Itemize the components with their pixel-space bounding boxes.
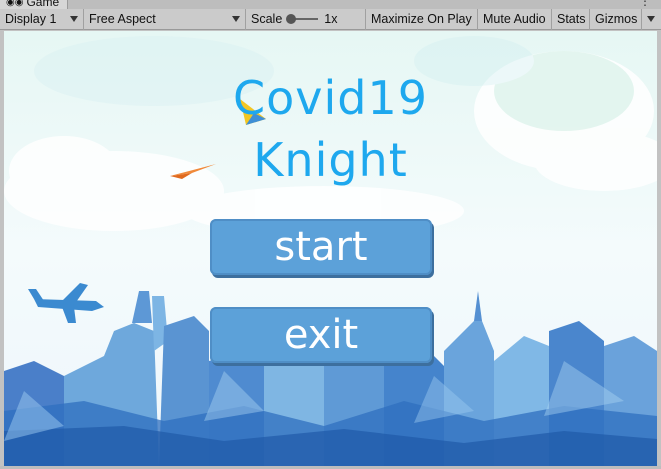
- scale-value: 1x: [324, 12, 338, 26]
- scale-control: Scale 1x: [246, 8, 366, 30]
- scale-slider-knob[interactable]: [286, 14, 297, 24]
- scale-label: Scale: [251, 12, 283, 26]
- game-view-toolbar: Display 1 Free Aspect Scale 1x Maximize …: [0, 8, 661, 30]
- stats-toggle[interactable]: Stats: [552, 8, 590, 30]
- start-button-label: start: [274, 224, 368, 270]
- display-dropdown[interactable]: Display 1: [0, 8, 84, 30]
- kebab-menu-icon[interactable]: ⋮: [639, 0, 651, 8]
- chevron-down-icon: [647, 15, 655, 22]
- gizmos-dropdown[interactable]: [642, 9, 660, 30]
- chevron-down-icon: [70, 15, 78, 22]
- maximize-on-play-toggle[interactable]: Maximize On Play: [366, 8, 478, 30]
- gamepad-icon: ◉◉: [6, 0, 24, 8]
- scale-slider[interactable]: [286, 14, 319, 24]
- start-button[interactable]: start: [210, 219, 432, 275]
- mute-audio-label: Mute Audio: [483, 12, 546, 26]
- display-dropdown-label: Display 1: [5, 12, 57, 26]
- aspect-dropdown[interactable]: Free Aspect: [84, 8, 246, 30]
- exit-button[interactable]: exit: [210, 307, 432, 363]
- game-title-line2: Knight: [253, 133, 408, 187]
- mute-audio-toggle[interactable]: Mute Audio: [478, 8, 552, 30]
- game-viewport[interactable]: Covid19 Knight start exit: [4, 31, 657, 466]
- game-title-line1: Covid19: [233, 71, 428, 125]
- gizmos-label: Gizmos: [595, 12, 638, 26]
- stats-label: Stats: [557, 12, 586, 26]
- exit-button-label: exit: [283, 312, 359, 358]
- viewport-border-right: [657, 31, 661, 466]
- aspect-dropdown-label: Free Aspect: [89, 12, 156, 26]
- chevron-down-icon: [232, 15, 240, 22]
- gizmos-toggle[interactable]: Gizmos: [590, 8, 642, 30]
- maximize-on-play-label: Maximize On Play: [371, 12, 472, 26]
